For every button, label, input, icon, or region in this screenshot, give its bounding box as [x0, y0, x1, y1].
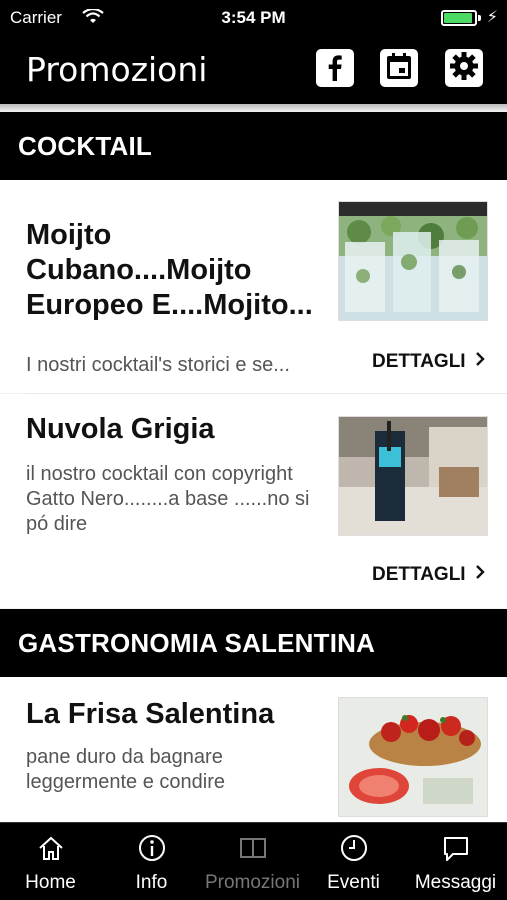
calendar-button[interactable] [380, 49, 418, 87]
promo-description: pane duro da bagnare leggermente e condi… [26, 746, 226, 793]
facebook-button[interactable] [316, 49, 354, 87]
tab-eventi[interactable]: Eventi [303, 833, 404, 894]
info-icon [101, 833, 202, 867]
details-button[interactable]: DETTAGLI [372, 564, 485, 586]
promo-card[interactable]: La Frisa Salentina pane duro da bagnare … [0, 677, 507, 822]
settings-button[interactable] [445, 49, 483, 87]
book-icon [202, 833, 303, 867]
cocktail-image [338, 416, 488, 536]
tab-promozioni[interactable]: Promozioni [202, 833, 303, 894]
tab-label: Promozioni [204, 872, 301, 893]
promo-card[interactable]: Moijto Cubano....Moijto Europeo E....Moj… [0, 180, 507, 393]
charging-icon: ⚡ [486, 9, 498, 26]
promo-description: I nostri cocktail's storici e se... [26, 354, 290, 376]
tab-label: Eventi [327, 872, 380, 893]
promo-description: il nostro cocktail con copyright Gatto N… [26, 463, 310, 535]
frisa-image [338, 697, 488, 817]
details-label: DETTAGLI [372, 351, 466, 372]
battery-icon [441, 10, 477, 26]
page-title: Promozioni [26, 50, 208, 89]
promo-title: Moijto Cubano....Moijto Europeo E....Moj… [26, 219, 313, 321]
facebook-icon [320, 51, 350, 86]
chevron-right-icon [475, 564, 485, 586]
chevron-right-icon [475, 351, 485, 373]
details-label: DETTAGLI [372, 564, 466, 585]
section-header-gastronomia: GASTRONOMIA SALENTINA [0, 609, 507, 677]
tab-bar: Home Info Promozioni Eventi Messaggi [0, 822, 507, 900]
navigation-bar: Promozioni [0, 36, 507, 104]
calendar-icon [384, 51, 414, 86]
tab-messaggi[interactable]: Messaggi [405, 833, 506, 894]
message-icon [405, 833, 506, 867]
tab-home[interactable]: Home [0, 833, 101, 894]
home-icon [0, 833, 101, 867]
section-header-cocktail: COCKTAIL [0, 112, 507, 180]
tab-label: Info [135, 872, 168, 893]
tab-info[interactable]: Info [101, 833, 202, 894]
details-button[interactable]: DETTAGLI [372, 351, 485, 373]
promo-card[interactable]: Nuvola Grigia il nostro cocktail con cop… [0, 394, 507, 608]
mojito-image [338, 201, 488, 321]
clock-time: 3:54 PM [221, 8, 286, 27]
status-bar: Carrier 3:54 PM ⚡ [0, 0, 507, 36]
tab-label: Home [25, 872, 76, 893]
promo-title: La Frisa Salentina [26, 698, 275, 730]
gear-icon [449, 51, 479, 86]
tab-label: Messaggi [414, 872, 497, 893]
clock-icon [303, 833, 404, 867]
promo-title: Nuvola Grigia [26, 413, 215, 445]
